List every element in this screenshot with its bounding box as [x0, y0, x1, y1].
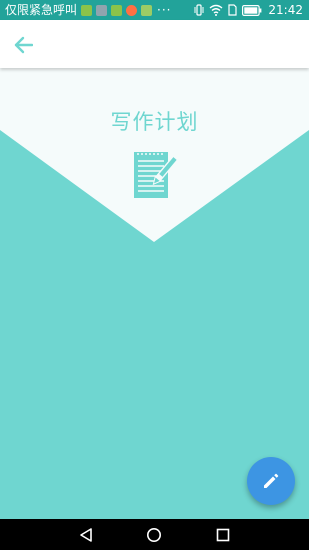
status-bar-right: 21:42 [189, 0, 303, 20]
back-button[interactable] [8, 30, 38, 60]
plan-screen: 仅限紧急呼叫 ··· 21:42 写作计划 [0, 0, 309, 550]
page-title: 写作计划 [110, 110, 199, 134]
status-bar-left: 仅限紧急呼叫 ··· [5, 0, 171, 20]
system-nav-bar [0, 519, 309, 550]
notification-app-icon [111, 4, 123, 16]
notification-app-icon [141, 4, 153, 16]
edit-fab-button[interactable] [247, 457, 295, 505]
battery-icon [242, 4, 262, 16]
pencil-icon [264, 473, 279, 488]
sim-icon [228, 4, 238, 16]
home-circle-icon [147, 528, 161, 542]
vibrate-icon [194, 4, 204, 16]
wifi-icon [209, 4, 223, 16]
notification-app-icon [81, 4, 93, 16]
back-triangle-icon [80, 528, 92, 542]
notification-app-icon [96, 4, 108, 16]
more-notifications-indicator: ··· [157, 3, 172, 17]
recents-square-icon [216, 528, 230, 542]
clock: 21:42 [268, 3, 303, 17]
app-toolbar [0, 20, 309, 68]
nav-recents-button[interactable] [214, 526, 232, 544]
notepad-pen-icon [134, 152, 179, 198]
nav-back-button[interactable] [77, 526, 95, 544]
notification-app-icon [126, 4, 138, 16]
status-bar: 仅限紧急呼叫 ··· 21:42 [0, 0, 309, 20]
nav-home-button[interactable] [145, 526, 163, 544]
hero-header: 写作计划 [0, 68, 309, 248]
carrier-text: 仅限紧急呼叫 [5, 3, 78, 17]
arrow-left-icon [14, 36, 33, 54]
